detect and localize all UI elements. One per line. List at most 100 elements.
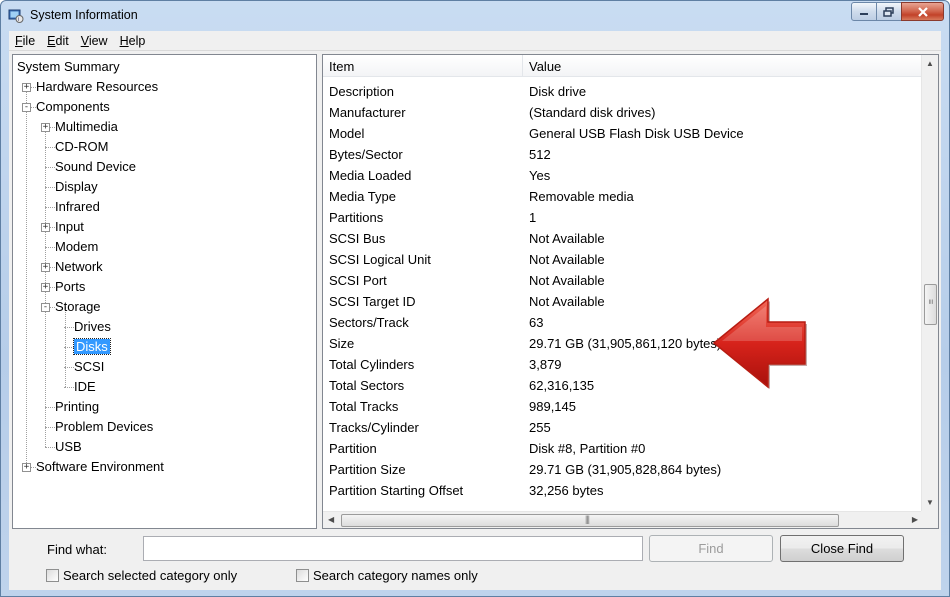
table-row[interactable]: Tracks/Cylinder 255 bbox=[323, 417, 923, 438]
table-row[interactable]: Sectors/Track 63 bbox=[323, 312, 923, 333]
search-names-option[interactable]: Search category names only bbox=[296, 568, 478, 583]
tree-item[interactable]: SCSI bbox=[74, 358, 104, 376]
vertical-scrollbar[interactable]: ▲ ≡ ▼ bbox=[921, 55, 938, 511]
table-row[interactable]: Partition Disk #8, Partition #0 bbox=[323, 438, 923, 459]
tree-item[interactable]: IDE bbox=[74, 378, 96, 396]
table-row[interactable]: Total Sectors 62,316,135 bbox=[323, 375, 923, 396]
table-row[interactable]: SCSI Target ID Not Available bbox=[323, 291, 923, 312]
tree-item-label: Ports bbox=[55, 279, 86, 294]
value-cell: 29.71 GB (31,905,861,120 bytes) bbox=[529, 336, 722, 351]
item-cell: Total Tracks bbox=[329, 399, 399, 414]
item-cell: Sectors/Track bbox=[329, 315, 409, 330]
system-information-app-icon: i bbox=[8, 9, 24, 23]
table-row[interactable]: Total Cylinders 3,879 bbox=[323, 354, 923, 375]
table-row[interactable]: Size 29.71 GB (31,905,861,120 bytes) bbox=[323, 333, 923, 354]
scroll-down-icon[interactable]: ▼ bbox=[926, 498, 934, 507]
table-row[interactable]: Bytes/Sector 512 bbox=[323, 144, 923, 165]
table-row[interactable]: Partition Starting Offset 32,256 bytes bbox=[323, 480, 923, 501]
item-cell: Bytes/Sector bbox=[329, 147, 403, 162]
tree-item-label: SCSI bbox=[74, 359, 105, 374]
tree-item[interactable]: Storage bbox=[55, 298, 101, 316]
title-bar[interactable]: i System Information bbox=[1, 1, 949, 31]
tree-item[interactable]: Components bbox=[36, 98, 110, 116]
table-row[interactable]: Description Disk drive bbox=[323, 81, 923, 102]
item-cell: Partition Starting Offset bbox=[329, 483, 464, 498]
expand-icon[interactable]: + bbox=[41, 283, 50, 292]
table-row[interactable]: SCSI Logical Unit Not Available bbox=[323, 249, 923, 270]
tree-item[interactable]: Network bbox=[55, 258, 103, 276]
menu-view[interactable]: View bbox=[75, 34, 114, 48]
tree-item[interactable]: Drives bbox=[74, 318, 111, 336]
tree-line bbox=[64, 347, 74, 348]
menu-edit[interactable]: Edit bbox=[41, 34, 75, 48]
item-cell: SCSI Port bbox=[329, 273, 387, 288]
scroll-right-icon[interactable]: ▶ bbox=[912, 515, 918, 524]
tree-item[interactable]: Multimedia bbox=[55, 118, 118, 136]
menu-file[interactable]: File bbox=[9, 34, 41, 48]
table-row[interactable]: Media Loaded Yes bbox=[323, 165, 923, 186]
horizontal-scrollbar[interactable]: ◀ ||| ▶ bbox=[323, 511, 923, 528]
minimize-button[interactable] bbox=[851, 2, 877, 21]
tree-item[interactable]: Infrared bbox=[55, 198, 100, 216]
scroll-corner bbox=[921, 511, 938, 528]
tree-item[interactable]: CD-ROM bbox=[55, 138, 108, 156]
table-row[interactable]: SCSI Bus Not Available bbox=[323, 228, 923, 249]
expand-icon[interactable]: + bbox=[22, 83, 31, 92]
expand-icon[interactable]: + bbox=[22, 463, 31, 472]
tree-item[interactable]: Input bbox=[55, 218, 84, 236]
close-button[interactable] bbox=[901, 2, 944, 21]
table-row[interactable]: Media Type Removable media bbox=[323, 186, 923, 207]
tree-item-label: Network bbox=[55, 259, 103, 274]
list-rows: Description Disk drive Manufacturer (Standa… bbox=[323, 81, 923, 501]
tree-item[interactable]: Software Environment bbox=[36, 458, 164, 476]
tree-item-label: CD-ROM bbox=[55, 139, 109, 154]
maximize-button[interactable] bbox=[876, 2, 902, 21]
category-tree[interactable]: System Summary + Hardware Resources - Compon… bbox=[12, 54, 317, 529]
value-cell: General USB Flash Disk USB Device bbox=[529, 126, 744, 141]
tree-item[interactable]: Printing bbox=[55, 398, 99, 416]
search-selected-category-option[interactable]: Search selected category only bbox=[46, 568, 237, 583]
collapse-icon[interactable]: - bbox=[22, 103, 31, 112]
tree-item[interactable]: Ports bbox=[55, 278, 85, 296]
tree-item-label: Display bbox=[55, 179, 98, 194]
tree-item-label: Drives bbox=[74, 319, 111, 334]
table-row[interactable]: Total Tracks 989,145 bbox=[323, 396, 923, 417]
column-header-item[interactable]: Item bbox=[323, 55, 523, 77]
search-names-checkbox[interactable] bbox=[296, 569, 309, 582]
table-row[interactable]: Manufacturer (Standard disk drives) bbox=[323, 102, 923, 123]
tree-item[interactable]: Disks bbox=[73, 338, 111, 356]
collapse-icon[interactable]: - bbox=[41, 303, 50, 312]
menu-help[interactable]: Help bbox=[114, 34, 152, 48]
table-row[interactable]: Partitions 1 bbox=[323, 207, 923, 228]
find-button[interactable]: Find bbox=[649, 535, 773, 562]
expand-icon[interactable]: + bbox=[41, 263, 50, 272]
tree-item[interactable]: Problem Devices bbox=[55, 418, 153, 436]
details-list[interactable]: Item Value Description Disk drive Manufact… bbox=[322, 54, 939, 529]
item-cell: Partition bbox=[329, 441, 377, 456]
expand-icon[interactable]: + bbox=[41, 223, 50, 232]
vertical-scroll-thumb[interactable]: ≡ bbox=[924, 284, 937, 325]
scroll-up-icon[interactable]: ▲ bbox=[926, 59, 934, 68]
horizontal-scroll-thumb[interactable]: ||| bbox=[341, 514, 839, 527]
close-find-button[interactable]: Close Find bbox=[780, 535, 904, 562]
tree-line bbox=[64, 387, 74, 388]
tree-item[interactable]: USB bbox=[55, 438, 82, 456]
tree-item[interactable]: Hardware Resources bbox=[36, 78, 158, 96]
tree-item[interactable]: Modem bbox=[55, 238, 98, 256]
scroll-left-icon[interactable]: ◀ bbox=[328, 515, 334, 524]
item-cell: Tracks/Cylinder bbox=[329, 420, 419, 435]
search-selected-checkbox[interactable] bbox=[46, 569, 59, 582]
table-row[interactable]: Model General USB Flash Disk USB Device bbox=[323, 123, 923, 144]
tree-item[interactable]: Display bbox=[55, 178, 98, 196]
column-header-value[interactable]: Value bbox=[523, 55, 923, 77]
item-cell: Total Sectors bbox=[329, 378, 405, 393]
caption-buttons bbox=[851, 2, 944, 22]
tree-line bbox=[45, 147, 55, 148]
table-row[interactable]: SCSI Port Not Available bbox=[323, 270, 923, 291]
table-row[interactable]: Partition Size 29.71 GB (31,905,828,864 b… bbox=[323, 459, 923, 480]
minimize-icon bbox=[860, 12, 868, 15]
expand-icon[interactable]: + bbox=[41, 123, 50, 132]
find-what-input[interactable] bbox=[143, 536, 643, 561]
tree-item[interactable]: System Summary bbox=[17, 58, 120, 76]
tree-item[interactable]: Sound Device bbox=[55, 158, 136, 176]
